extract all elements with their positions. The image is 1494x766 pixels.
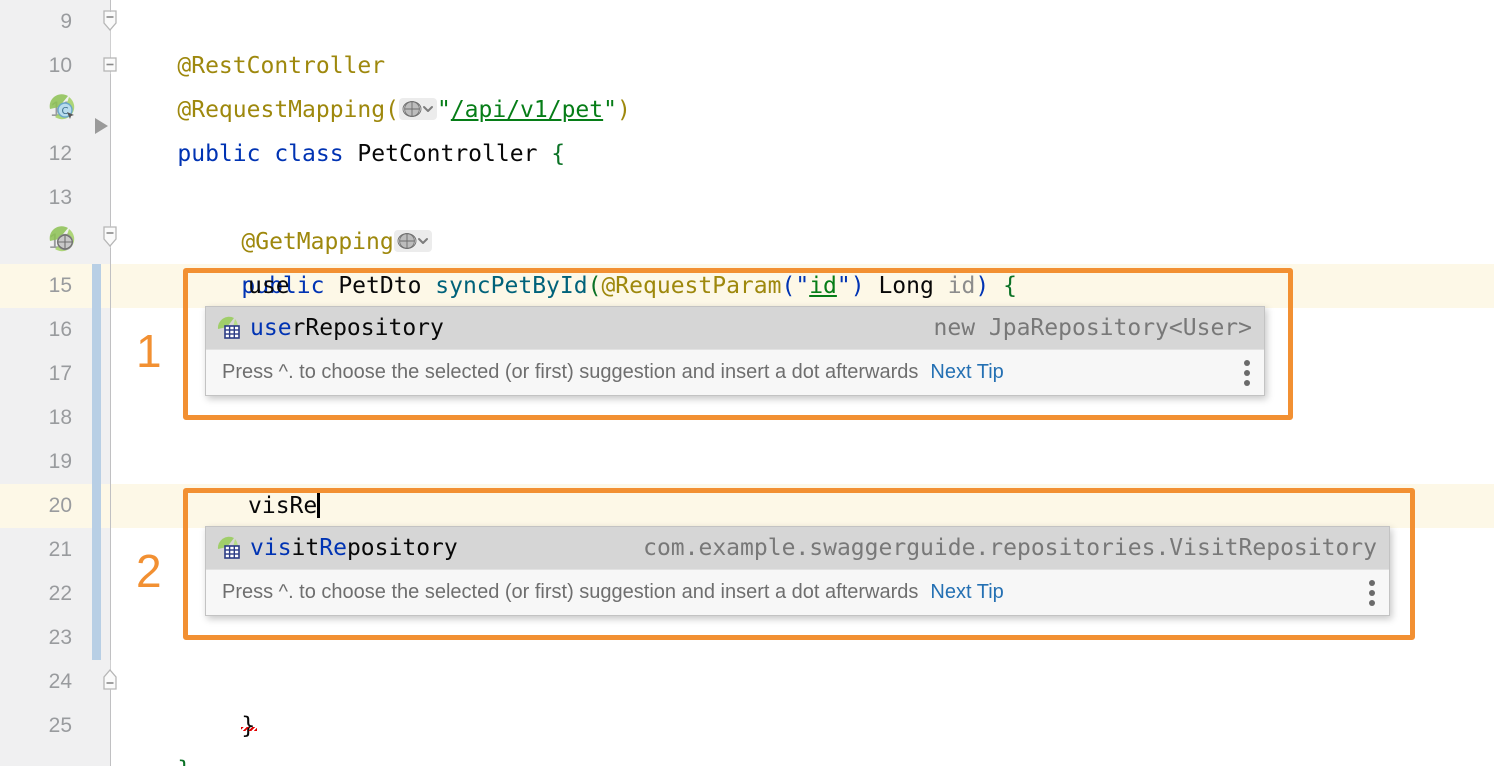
typed-text-use[interactable]: use xyxy=(248,264,290,308)
class-name-petcontroller: PetController xyxy=(357,141,552,167)
spring-bean-database-icon xyxy=(216,535,242,561)
line-number: 19 xyxy=(48,450,72,473)
annotation-number-2: 2 xyxy=(136,545,162,597)
more-options-icon[interactable] xyxy=(1244,359,1250,386)
code-line-9[interactable]: @RestController xyxy=(122,0,385,79)
line-number: 24 xyxy=(48,670,72,693)
code-line-14[interactable]: public PetDto syncPetById(@RequestParam(… xyxy=(186,220,1017,299)
next-tip-link[interactable]: Next Tip xyxy=(930,361,1003,384)
completion-seg-4: pository xyxy=(346,535,458,561)
keyword-public-class: public class xyxy=(177,141,358,167)
quote-close: " xyxy=(836,273,851,299)
spring-endpoint-icon[interactable] xyxy=(46,224,76,259)
completion-popup-visit[interactable]: visitRepository com.example.swaggerguide… xyxy=(205,526,1390,616)
completion-seg-2: it xyxy=(291,535,320,561)
fold-collapse-icon[interactable] xyxy=(101,10,119,41)
completion-item-user-repository[interactable]: userRepository new JpaRepository<User> xyxy=(206,307,1264,349)
brace-open: { xyxy=(551,141,566,167)
line-number: 13 xyxy=(48,186,72,209)
brace-close-error: } xyxy=(241,713,256,739)
line-number: 23 xyxy=(48,626,72,649)
line-number: 10 xyxy=(48,54,72,77)
completion-hint-bar: Press ^. to choose the selected (or firs… xyxy=(206,349,1264,395)
completion-hint-text: Press ^. to choose the selected (or firs… xyxy=(222,581,919,603)
spring-bean-database-icon xyxy=(216,315,242,341)
intellij-editor: 9 10 11 12 13 14 15 16 17 18 19 20 21 22… xyxy=(0,0,1494,766)
line-number: 16 xyxy=(48,318,72,341)
completion-match-prefix: use xyxy=(250,315,292,341)
paren-close-outer: ) xyxy=(975,273,990,299)
fold-rail-seg xyxy=(110,690,111,766)
typed-text-visre: visRe xyxy=(248,493,318,519)
line-number: 12 xyxy=(48,142,72,165)
typed-text-visre-wrap[interactable]: visRe xyxy=(248,484,321,528)
run-gutter-icon[interactable] xyxy=(92,116,110,141)
annotation-number-1: 1 xyxy=(136,325,162,377)
code-line-11[interactable]: public class PetController { xyxy=(122,88,565,167)
quote-open: " xyxy=(795,273,810,299)
svg-text:C: C xyxy=(62,106,69,117)
param-var-id: id xyxy=(947,273,976,299)
type-long: Long xyxy=(864,273,948,299)
method-name-syncpetbyid: syncPetById xyxy=(435,273,588,299)
text-caret xyxy=(317,492,321,518)
brace-open-body: { xyxy=(989,273,1017,299)
next-tip-link[interactable]: Next Tip xyxy=(930,581,1003,604)
line-number: 18 xyxy=(48,406,72,429)
annotation-request-param: @RequestParam xyxy=(601,273,782,299)
line-number: 15 xyxy=(48,274,72,297)
string-quote-close: " xyxy=(603,97,617,123)
completion-item-fqn: com.example.swaggerguide.repositories.Vi… xyxy=(643,535,1377,561)
completion-match-seg-3: Re xyxy=(319,535,347,561)
code-line-10[interactable]: @RequestMapping( "/api/v1/pet") xyxy=(122,44,630,123)
completion-item-label: visitRepository xyxy=(250,535,458,561)
paren-close-inner: ) xyxy=(850,273,865,299)
line-number: 22 xyxy=(48,582,72,605)
param-name-id[interactable]: id xyxy=(809,273,837,299)
line-number: 21 xyxy=(48,538,72,561)
fold-rail-seg xyxy=(110,74,111,226)
fold-rail-seg xyxy=(110,248,111,660)
paren-open: ( xyxy=(587,273,602,299)
brace-close-class: } xyxy=(177,757,191,766)
spring-bean-icon[interactable]: C xyxy=(46,92,76,127)
completion-rest: rRepository xyxy=(291,315,444,341)
completion-hint-text: Press ^. to choose the selected (or firs… xyxy=(222,361,919,383)
vcs-change-marker[interactable] xyxy=(92,264,101,660)
line-number: 25 xyxy=(48,714,72,737)
line-number: 20 xyxy=(48,494,72,517)
fold-rail-seg xyxy=(110,0,111,12)
completion-item-visit-repository[interactable]: visitRepository com.example.swaggerguide… xyxy=(206,527,1389,569)
completion-popup-user[interactable]: userRepository new JpaRepository<User> P… xyxy=(205,306,1265,396)
line-number: 9 xyxy=(60,10,72,33)
completion-item-label: userRepository xyxy=(250,315,444,341)
paren-close: ) xyxy=(617,97,631,123)
completion-hint-bar: Press ^. to choose the selected (or firs… xyxy=(206,569,1389,615)
completion-item-type: new JpaRepository<User> xyxy=(933,315,1253,341)
line-number: 17 xyxy=(48,362,72,385)
more-options-icon[interactable] xyxy=(1369,579,1375,606)
type-petdto: PetDto xyxy=(338,273,436,299)
code-line-13[interactable]: @GetMapping xyxy=(186,176,432,255)
completion-match-seg-1: vis xyxy=(250,535,292,561)
paren-open-inner: ( xyxy=(781,273,796,299)
code-line-24[interactable]: } xyxy=(186,660,255,739)
code-line-25[interactable]: } xyxy=(122,704,191,766)
